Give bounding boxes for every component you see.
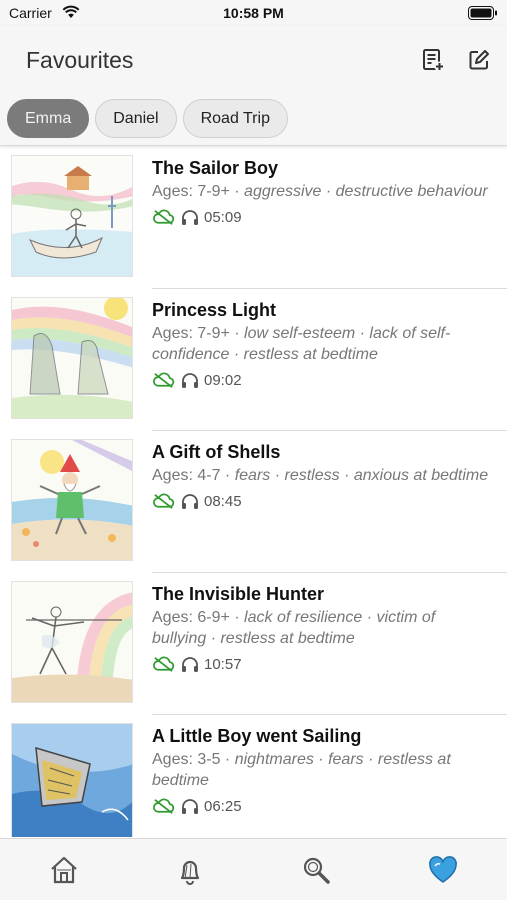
profile-chip-emma[interactable]: Emma	[7, 99, 90, 138]
tab-notifications[interactable]	[173, 853, 207, 887]
list-item[interactable]: The Sailor Boy Ages: 7-9+ · aggressive ·…	[0, 147, 507, 289]
headphones-icon	[182, 372, 198, 388]
tab-bar	[0, 838, 507, 900]
story-illustration	[11, 439, 133, 561]
favourites-list[interactable]: The Sailor Boy Ages: 7-9+ · aggressive ·…	[0, 147, 507, 837]
tab-search[interactable]	[299, 853, 333, 887]
story-meta: Ages: 3-5 · nightmares · fears · restles…	[152, 749, 492, 791]
story-duration: 09:02	[204, 371, 242, 389]
tab-home[interactable]	[47, 853, 81, 887]
playlist-add-icon	[423, 49, 445, 72]
story-illustration	[11, 155, 133, 277]
profile-chips: Emma Daniel Road Trip	[7, 99, 288, 138]
status-bar: Carrier 10:58 PM	[0, 0, 507, 26]
story-meta: Ages: 7-9+ · low self-esteem · lack of s…	[152, 323, 492, 365]
story-illustration	[11, 723, 133, 837]
story-ages: Ages: 6-9+ ·	[152, 609, 245, 626]
edit-icon	[469, 50, 489, 70]
story-ages: Ages: 4-7 ·	[152, 467, 235, 484]
tab-favourites[interactable]	[426, 853, 460, 887]
cloud-off-icon	[153, 372, 175, 388]
story-stats: 10:57	[152, 654, 492, 674]
bell-icon	[180, 860, 200, 885]
story-tags: fears · restless · anxious at bedtime	[234, 467, 489, 484]
headphones-icon	[182, 656, 198, 672]
headphones-icon	[182, 493, 198, 509]
headphones-icon	[182, 798, 198, 814]
status-time: 10:58 PM	[223, 5, 284, 21]
home-icon	[51, 856, 77, 884]
story-duration: 06:25	[204, 797, 242, 815]
headphones-icon	[182, 209, 198, 225]
list-item[interactable]: A Gift of Shells Ages: 4-7 · fears · res…	[0, 431, 507, 573]
battery-icon	[468, 6, 498, 25]
edit-button[interactable]	[466, 47, 492, 73]
story-title: The Sailor Boy	[152, 158, 279, 178]
story-duration: 10:57	[204, 655, 242, 673]
story-ages: Ages: 7-9+ ·	[152, 325, 245, 342]
story-duration: 08:45	[204, 492, 242, 510]
story-stats: 09:02	[152, 370, 492, 390]
story-stats: 06:25	[152, 796, 492, 816]
profile-chip-road-trip[interactable]: Road Trip	[182, 99, 288, 138]
story-ages: Ages: 3-5 ·	[152, 751, 235, 768]
story-ages: Ages: 7-9+ ·	[152, 183, 245, 200]
cloud-off-icon	[153, 656, 175, 672]
add-playlist-button[interactable]	[420, 47, 446, 73]
story-tags: aggressive · destructive behaviour	[244, 183, 488, 200]
story-title: Princess Light	[152, 300, 277, 320]
cloud-off-icon	[153, 798, 175, 814]
story-illustration	[11, 297, 133, 419]
profile-chip-daniel[interactable]: Daniel	[95, 99, 177, 138]
story-stats: 05:09	[152, 207, 492, 227]
story-duration: 05:09	[204, 208, 242, 226]
page-title: Favourites	[26, 47, 134, 73]
cloud-off-icon	[153, 493, 175, 509]
list-item[interactable]: The Invisible Hunter Ages: 6-9+ · lack o…	[0, 573, 507, 715]
story-meta: Ages: 7-9+ · aggressive · destructive be…	[152, 181, 492, 202]
story-meta: Ages: 4-7 · fears · restless · anxious a…	[152, 465, 492, 486]
story-title: A Gift of Shells	[152, 442, 281, 462]
favourites-heart-icon	[429, 856, 457, 883]
story-title: The Invisible Hunter	[152, 584, 325, 604]
list-item[interactable]: A Little Boy went Sailing Ages: 3-5 · ni…	[0, 715, 507, 837]
story-stats: 08:45	[152, 491, 492, 511]
story-title: A Little Boy went Sailing	[152, 726, 362, 746]
list-item[interactable]: Princess Light Ages: 7-9+ · low self-est…	[0, 289, 507, 431]
story-illustration	[11, 581, 133, 703]
story-meta: Ages: 6-9+ · lack of resilience · victim…	[152, 607, 492, 649]
navigation-header: Favourites Emma Daniel Road Trip	[0, 26, 507, 146]
search-icon	[303, 857, 330, 884]
cloud-off-icon	[153, 209, 175, 225]
